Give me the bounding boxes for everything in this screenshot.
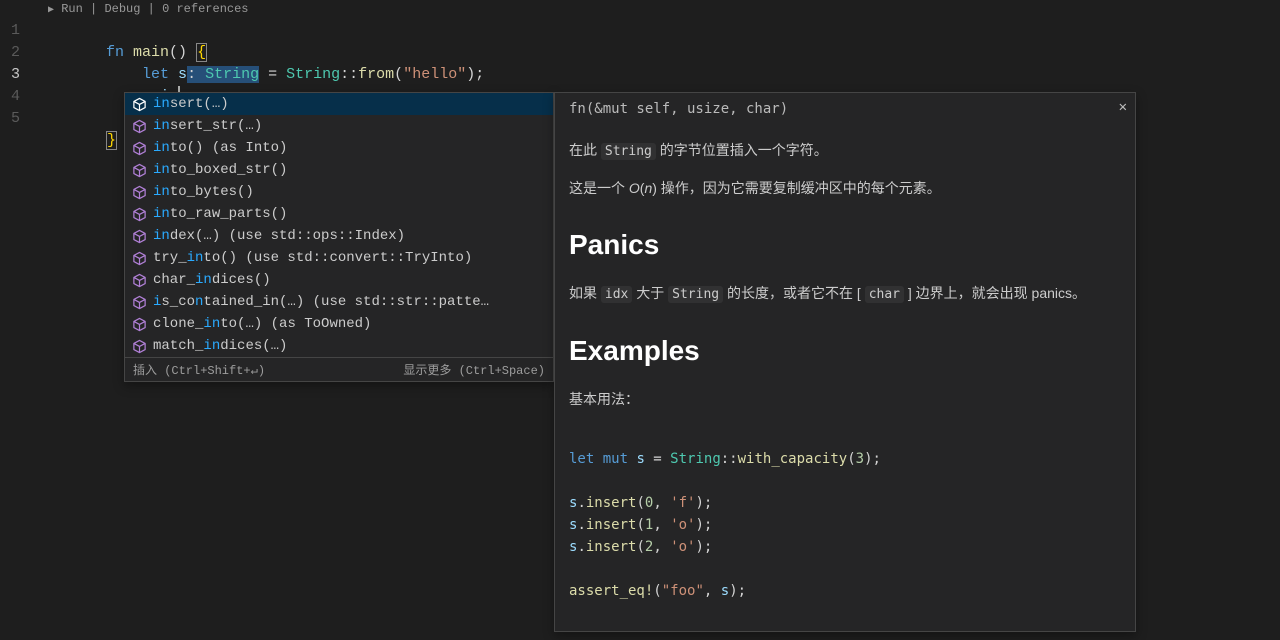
method-icon: [131, 162, 147, 178]
method-icon: [131, 272, 147, 288]
suggest-label: char_indices(): [153, 272, 271, 288]
suggest-item[interactable]: insert(…): [125, 93, 553, 115]
doc-paragraph: 如果 idx 大于 String 的长度，或者它不在 [ char ] 边界上，…: [569, 282, 1121, 306]
intellisense-popup[interactable]: insert(…) insert_str(…) into() (as Into) in…: [124, 92, 554, 382]
suggest-label: into_raw_parts(): [153, 206, 287, 222]
line-number: 5: [0, 108, 34, 130]
code-editor[interactable]: ▶ Run | Debug | 0 references 1 fn main()…: [0, 0, 1280, 130]
suggest-item[interactable]: into() (as Into): [125, 137, 553, 159]
method-icon: [131, 140, 147, 156]
code-line[interactable]: 1 fn main() {: [0, 20, 1280, 42]
suggest-footer: 插入 (Ctrl+Shift+↵) 显示更多 (Ctrl+Space): [125, 357, 553, 381]
doc-heading-examples: Examples: [569, 327, 1121, 375]
suggest-label: match_indices(…): [153, 338, 287, 354]
suggest-item[interactable]: is_contained_in(…) (use std::str::patte…: [125, 291, 553, 313]
suggest-label: clone_into(…) (as ToOwned): [153, 316, 371, 332]
suggest-item[interactable]: index(…) (use std::ops::Index): [125, 225, 553, 247]
suggest-label: insert_str(…): [153, 118, 262, 134]
doc-code-block: let mut s = String::with_capacity(3); s.…: [569, 426, 1121, 624]
suggest-item[interactable]: clone_into(…) (as ToOwned): [125, 313, 553, 335]
doc-paragraph: 在此 String 的字节位置插入一个字符。: [569, 139, 1121, 163]
suggest-label: into_boxed_str(): [153, 162, 287, 178]
suggest-item[interactable]: try_into() (use std::convert::TryInto): [125, 247, 553, 269]
method-icon: [131, 118, 147, 134]
suggest-label: is_contained_in(…) (use std::str::patte…: [153, 294, 489, 310]
documentation-popup[interactable]: fn(&mut self, usize, char) ✕ 在此 String 的…: [554, 92, 1136, 632]
line-number: 4: [0, 86, 34, 108]
codelens-run[interactable]: Run: [61, 2, 83, 16]
run-triangle-icon: ▶: [48, 5, 54, 16]
suggest-hint-insert[interactable]: 插入 (Ctrl+Shift+↵): [133, 361, 265, 378]
method-icon: [131, 338, 147, 354]
suggest-item[interactable]: into_raw_parts(): [125, 203, 553, 225]
method-icon: [131, 294, 147, 310]
suggest-label: into_bytes(): [153, 184, 254, 200]
close-icon[interactable]: ✕: [1119, 99, 1127, 115]
method-icon: [131, 228, 147, 244]
close-brace: }: [106, 131, 117, 150]
doc-heading-panics: Panics: [569, 221, 1121, 269]
suggest-label: into() (as Into): [153, 140, 287, 156]
doc-paragraph: 基本用法：: [569, 388, 1121, 412]
suggest-item[interactable]: insert_str(…): [125, 115, 553, 137]
code-lens-row: ▶ Run | Debug | 0 references: [0, 0, 1280, 20]
suggest-item[interactable]: match_indices(…): [125, 335, 553, 357]
suggest-label: try_into() (use std::convert::TryInto): [153, 250, 472, 266]
suggest-item[interactable]: char_indices(): [125, 269, 553, 291]
method-icon: [131, 96, 147, 112]
line-number: 3: [0, 64, 34, 86]
codelens-references[interactable]: 0 references: [162, 2, 248, 16]
code-line[interactable]: 2 let s: String = String::from("hello");: [0, 42, 1280, 64]
codelens-debug[interactable]: Debug: [104, 2, 140, 16]
suggest-item[interactable]: into_boxed_str(): [125, 159, 553, 181]
suggest-item[interactable]: into_bytes(): [125, 181, 553, 203]
doc-signature: fn(&mut self, usize, char): [569, 101, 788, 117]
suggest-label: insert(…): [153, 96, 229, 112]
doc-paragraph: 这是一个 O(n) 操作，因为它需要复制缓冲区中的每个元素。: [569, 177, 1121, 201]
line-number: 1: [0, 20, 34, 42]
suggest-label: index(…) (use std::ops::Index): [153, 228, 405, 244]
method-icon: [131, 250, 147, 266]
suggest-hint-more[interactable]: 显示更多 (Ctrl+Space): [403, 361, 545, 378]
method-icon: [131, 316, 147, 332]
method-icon: [131, 206, 147, 222]
line-number: 2: [0, 42, 34, 64]
code-line[interactable]: 3 s.in: [0, 64, 1280, 86]
method-icon: [131, 184, 147, 200]
